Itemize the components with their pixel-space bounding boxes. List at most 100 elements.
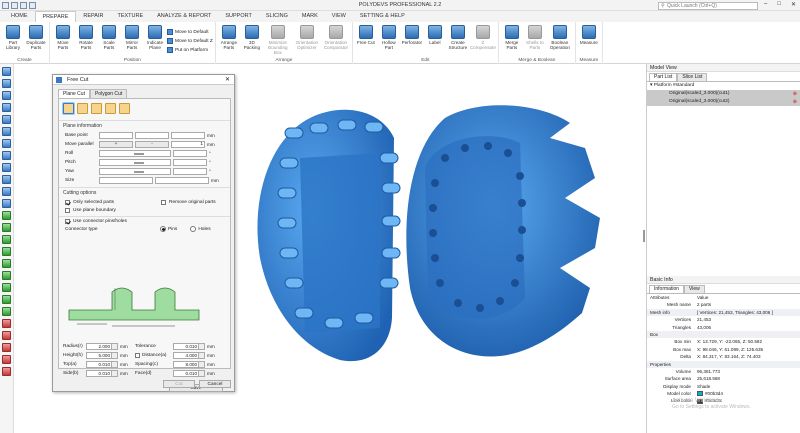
- tab-slicing[interactable]: SLICING: [259, 11, 295, 22]
- tree-part-2[interactable]: Original(scaled_3.000)(cut2) ⊗: [647, 98, 800, 106]
- clear-selection-icon[interactable]: [2, 331, 11, 340]
- yaw-input[interactable]: [173, 168, 207, 175]
- put-on-platform-button[interactable]: Put on Platform: [167, 46, 213, 54]
- free-plane-icon[interactable]: [63, 103, 74, 114]
- remove-original-check[interactable]: [161, 199, 166, 205]
- lasso-icon[interactable]: [2, 283, 11, 292]
- boolean-operation-button[interactable]: Boolean Operation: [547, 25, 573, 50]
- show-all-icon[interactable]: [2, 355, 11, 364]
- pan-icon[interactable]: [2, 187, 11, 196]
- duplicate-parts-button[interactable]: Duplicate Parts: [25, 25, 47, 50]
- view-top-icon[interactable]: [2, 115, 11, 124]
- close-icon[interactable]: ✕: [791, 1, 796, 8]
- tolerance-spinner[interactable]: [199, 343, 205, 350]
- tolerance-input[interactable]: 0.010: [173, 343, 199, 350]
- xz-plane-icon[interactable]: [105, 103, 116, 114]
- side-input[interactable]: 0.010: [86, 370, 112, 377]
- shells-to-parts-button[interactable]: Shells to Parts: [524, 25, 546, 50]
- radius-input[interactable]: 2.000: [86, 343, 112, 350]
- roll-input[interactable]: [173, 150, 207, 157]
- dialog-close-icon[interactable]: ✕: [225, 75, 230, 85]
- distance-check[interactable]: [135, 353, 140, 358]
- minimize-bounding-box-button[interactable]: Minimize Bounding Box: [264, 25, 292, 55]
- tab-slice-list[interactable]: Slice List: [677, 73, 708, 81]
- tab-part-list[interactable]: Part List: [649, 73, 678, 81]
- tab-view-info[interactable]: View: [684, 285, 705, 293]
- yz-plane-icon[interactable]: [91, 103, 102, 114]
- tab-mark[interactable]: MARK: [295, 11, 325, 22]
- zoom-out-icon[interactable]: [2, 175, 11, 184]
- view-right-icon[interactable]: [2, 103, 11, 112]
- scale-parts-button[interactable]: Scale Parts: [98, 25, 120, 50]
- roll-slider[interactable]: [99, 150, 171, 157]
- use-pins-checkbox[interactable]: Use connector pins/holes: [59, 217, 230, 225]
- height-input[interactable]: 5.000: [86, 352, 112, 359]
- select-all-icon[interactable]: [2, 223, 11, 232]
- tab-information[interactable]: Information: [649, 285, 685, 293]
- height-spinner[interactable]: [112, 352, 118, 359]
- tab-polygon-cut[interactable]: Polygon Cut: [89, 89, 128, 98]
- spacing-input[interactable]: 8.000: [173, 361, 199, 368]
- spacing-spinner[interactable]: [199, 361, 205, 368]
- view-left-icon[interactable]: [2, 91, 11, 100]
- side-spinner[interactable]: [112, 370, 118, 377]
- tree-part-1[interactable]: Original(scaled_3.000)(cut1) ⊗: [647, 90, 800, 98]
- yaw-slider[interactable]: [99, 168, 171, 175]
- tab-repair[interactable]: REPAIR: [76, 11, 110, 22]
- minimize-icon[interactable]: –: [764, 1, 767, 8]
- tree-platform[interactable]: ▾ Platform #standard: [647, 82, 800, 90]
- top-spinner[interactable]: [112, 361, 118, 368]
- pitch-slider[interactable]: [99, 159, 171, 166]
- pins-radio[interactable]: Pins: [160, 226, 177, 232]
- only-selected-check[interactable]: [65, 199, 70, 205]
- base-point-x[interactable]: [99, 132, 133, 139]
- move-to-default-button[interactable]: Move to Default: [167, 28, 213, 36]
- mirror-parts-button[interactable]: Mirror Parts: [121, 25, 143, 50]
- label-button[interactable]: Label: [424, 25, 446, 45]
- merge-parts-button[interactable]: Merge Parts: [501, 25, 523, 50]
- tab-plane-cut[interactable]: Plane Cut: [58, 89, 90, 98]
- tab-texture[interactable]: TEXTURE: [110, 11, 150, 22]
- rotate-view-icon[interactable]: [2, 199, 11, 208]
- hollow-part-button[interactable]: Hollow Part: [378, 25, 400, 50]
- tab-view[interactable]: VIEW: [325, 11, 353, 22]
- create-structure-button[interactable]: Create Structure: [447, 25, 469, 50]
- grow-selection-icon[interactable]: [2, 307, 11, 316]
- rotate-parts-button[interactable]: Rotate Parts: [75, 25, 97, 50]
- base-point-z[interactable]: [171, 132, 205, 139]
- use-pins-check[interactable]: [65, 218, 70, 224]
- quick-launch-input[interactable]: ⚲ Quick Launch (Ctrl+Q): [658, 2, 758, 10]
- face-spinner[interactable]: [199, 370, 205, 377]
- orientation-comparator-button[interactable]: Orientation Comparator: [322, 25, 350, 50]
- zoom-fit-icon[interactable]: [2, 151, 11, 160]
- hide-icon[interactable]: [2, 343, 11, 352]
- delete-icon[interactable]: [2, 319, 11, 328]
- select-shell-icon[interactable]: [2, 259, 11, 268]
- move-plus-button[interactable]: +: [99, 141, 133, 148]
- size-width-input[interactable]: [99, 177, 153, 184]
- tab-setting-help[interactable]: SETTING & HELP: [353, 11, 412, 22]
- cut-part-2[interactable]: [406, 105, 600, 357]
- pitch-input[interactable]: [173, 159, 207, 166]
- zoom-in-icon[interactable]: [2, 163, 11, 172]
- select-icon[interactable]: [2, 211, 11, 220]
- part-library-button[interactable]: Part Library: [2, 25, 24, 50]
- move-parts-button[interactable]: Move Parts: [52, 25, 74, 50]
- view-back-icon[interactable]: [2, 79, 11, 88]
- model-render[interactable]: [230, 98, 630, 368]
- model-color-swatch[interactable]: [697, 391, 703, 397]
- only-selected-checkbox[interactable]: Only selected parts Remove original part…: [59, 198, 230, 206]
- holes-radio-dot[interactable]: [190, 226, 197, 232]
- select-surface-icon[interactable]: [2, 271, 11, 280]
- use-boundary-checkbox[interactable]: Use plane boundary: [59, 206, 230, 214]
- select-triangles-icon[interactable]: [2, 247, 11, 256]
- invert-selection-icon[interactable]: [2, 235, 11, 244]
- cut-part-1[interactable]: [257, 109, 401, 362]
- brush-icon[interactable]: [2, 295, 11, 304]
- arrange-parts-button[interactable]: Arrange Parts: [218, 25, 240, 50]
- perforator-button[interactable]: Perforator: [401, 25, 423, 45]
- distance-spinner[interactable]: [199, 352, 205, 359]
- tab-home[interactable]: HOME: [4, 11, 35, 22]
- cut-button[interactable]: Cut: [163, 380, 195, 388]
- cancel-button[interactable]: Cancel: [199, 380, 231, 388]
